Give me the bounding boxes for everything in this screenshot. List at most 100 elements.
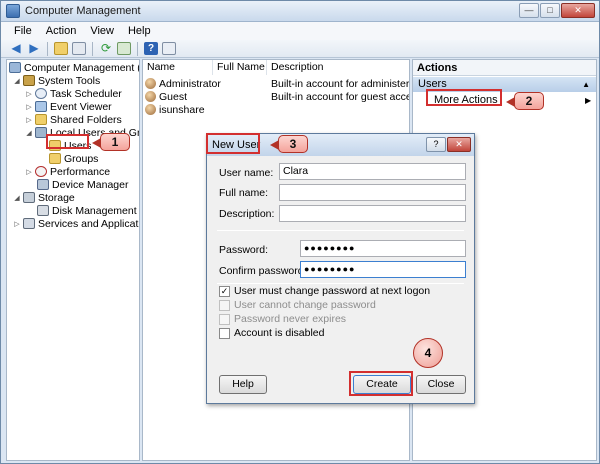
toolbar-divider xyxy=(137,41,138,56)
maximize-button[interactable]: □ xyxy=(540,3,560,18)
expand-arrow-icon[interactable]: ▷ xyxy=(25,90,33,98)
account-disabled-checkbox[interactable]: Account is disabled xyxy=(219,327,324,339)
forward-arrow-icon[interactable]: ▶ xyxy=(27,42,41,55)
table-row[interactable]: Guest xyxy=(145,90,187,103)
menu-bar: File Action View Help xyxy=(1,22,599,40)
tree-item-event-viewer[interactable]: ▷ Event Viewer xyxy=(25,100,112,113)
expand-arrow-icon[interactable]: ▷ xyxy=(25,103,33,111)
user-icon xyxy=(145,91,156,102)
user-icon xyxy=(145,78,156,89)
callout-step-1: 1 xyxy=(92,133,130,151)
user-name-cell: isunshare xyxy=(159,103,205,116)
tree-item-storage[interactable]: ◢ Storage xyxy=(13,191,74,204)
computer-management-icon xyxy=(6,4,20,18)
description-field[interactable] xyxy=(279,205,466,222)
export-icon[interactable] xyxy=(117,42,131,55)
help-button[interactable]: Help xyxy=(219,375,267,394)
tree-label: Shared Folders xyxy=(50,113,122,126)
cannot-change-password-checkbox[interactable]: User cannot change password xyxy=(219,299,376,311)
tree-label: Performance xyxy=(50,165,111,178)
collapse-arrow-icon[interactable]: ◢ xyxy=(13,77,21,85)
tree-item-groups[interactable]: Groups xyxy=(49,152,98,165)
tree-item-system-tools[interactable]: ◢ System Tools xyxy=(13,74,100,87)
dialog-divider xyxy=(217,230,464,231)
column-header-description[interactable]: Description xyxy=(267,60,409,75)
user-name-cell: Guest xyxy=(159,90,188,103)
highlight-users-box xyxy=(46,134,89,149)
confirm-password-label: Confirm password: xyxy=(219,265,307,277)
password-label: Password: xyxy=(219,244,269,256)
show-tree-icon[interactable] xyxy=(72,42,86,55)
checkbox-box xyxy=(219,327,230,339)
tree-label: Computer Management (Local xyxy=(24,61,139,74)
expand-arrow-icon[interactable]: ▷ xyxy=(25,116,33,124)
tree-item-root[interactable]: Computer Management (Local xyxy=(9,61,139,74)
tree-label: Event Viewer xyxy=(50,100,112,113)
tree-label: Task Scheduler xyxy=(50,87,122,100)
checkbox-label: Password never expires xyxy=(234,313,347,325)
highlight-more-actions-box xyxy=(426,89,502,106)
up-folder-icon[interactable] xyxy=(54,42,68,55)
tree-item-performance[interactable]: ▷ Performance xyxy=(25,165,110,178)
table-row[interactable]: Administrator xyxy=(145,77,221,90)
menu-view[interactable]: View xyxy=(83,23,121,39)
menu-action[interactable]: Action xyxy=(39,23,84,39)
tree-item-device-manager[interactable]: Device Manager xyxy=(37,178,128,191)
dialog-help-button[interactable]: ? xyxy=(426,137,446,152)
shared-folder-icon xyxy=(35,114,47,125)
table-row[interactable]: isunshare xyxy=(145,103,205,116)
callout-step-3: 3 xyxy=(270,135,308,153)
navigation-tree: Computer Management (Local ◢ System Tool… xyxy=(6,59,140,461)
tree-label: Groups xyxy=(64,152,99,165)
menu-file[interactable]: File xyxy=(7,23,39,39)
callout-step-2: 2 xyxy=(506,92,544,110)
collapse-triangle-icon[interactable]: ▲ xyxy=(582,77,590,92)
column-header-name[interactable]: Name xyxy=(143,60,213,75)
toolbar-divider xyxy=(92,41,93,56)
expand-arrow-icon[interactable]: ▷ xyxy=(25,168,33,176)
column-header-full-name[interactable]: Full Name xyxy=(213,60,267,75)
highlight-new-user-title-box xyxy=(206,133,260,154)
close-button[interactable]: Close xyxy=(416,375,466,394)
toolbar-divider xyxy=(47,41,48,56)
checkbox-box xyxy=(219,299,230,311)
properties-icon[interactable] xyxy=(162,42,176,55)
expand-arrow-icon[interactable]: ▷ xyxy=(13,220,21,228)
collapse-arrow-icon[interactable]: ◢ xyxy=(13,194,21,202)
tree-item-disk-management[interactable]: Disk Management xyxy=(37,204,137,217)
close-button[interactable]: ✕ xyxy=(561,3,595,18)
full-name-label: Full name: xyxy=(219,187,269,199)
storage-icon xyxy=(23,192,35,203)
must-change-password-checkbox[interactable]: ✓ User must change password at next logo… xyxy=(219,285,430,297)
help-icon[interactable]: ? xyxy=(144,42,158,55)
callout-step-4: 4 xyxy=(413,338,443,368)
actions-header: Actions xyxy=(413,60,596,76)
disk-icon xyxy=(37,205,49,216)
services-icon xyxy=(23,218,35,229)
back-arrow-icon[interactable]: ◀ xyxy=(9,42,23,55)
password-never-expires-checkbox[interactable]: Password never expires xyxy=(219,313,346,325)
password-field[interactable]: ●●●●●●●● xyxy=(300,240,466,257)
checkbox-label: Account is disabled xyxy=(234,327,325,339)
tools-icon xyxy=(23,75,35,86)
dialog-close-button[interactable]: ✕ xyxy=(447,137,471,152)
tree-label: Disk Management xyxy=(52,204,137,217)
tree-item-services-applications[interactable]: ▷ Services and Applications xyxy=(13,217,139,230)
tree-item-shared-folders[interactable]: ▷ Shared Folders xyxy=(25,113,122,126)
user-name-field[interactable]: Clara xyxy=(279,163,466,180)
confirm-password-field[interactable]: ●●●●●●●● xyxy=(300,261,466,278)
window-title: Computer Management xyxy=(25,5,141,17)
refresh-icon[interactable]: ⟳ xyxy=(99,42,113,55)
collapse-arrow-icon[interactable]: ◢ xyxy=(25,129,33,137)
user-name-cell: Administrator xyxy=(159,77,221,90)
description-label: Description: xyxy=(219,208,275,220)
toolbar: ◀ ▶ ⟳ ? xyxy=(1,40,599,58)
description-cell: Built-in account for guest access t... xyxy=(271,90,409,103)
clock-icon xyxy=(35,88,47,99)
full-name-field[interactable] xyxy=(279,184,466,201)
menu-help[interactable]: Help xyxy=(121,23,158,39)
minimize-button[interactable]: — xyxy=(519,3,539,18)
tree-item-task-scheduler[interactable]: ▷ Task Scheduler xyxy=(25,87,122,100)
event-log-icon xyxy=(35,101,47,112)
description-cell: Built-in account for administering... xyxy=(271,77,410,90)
